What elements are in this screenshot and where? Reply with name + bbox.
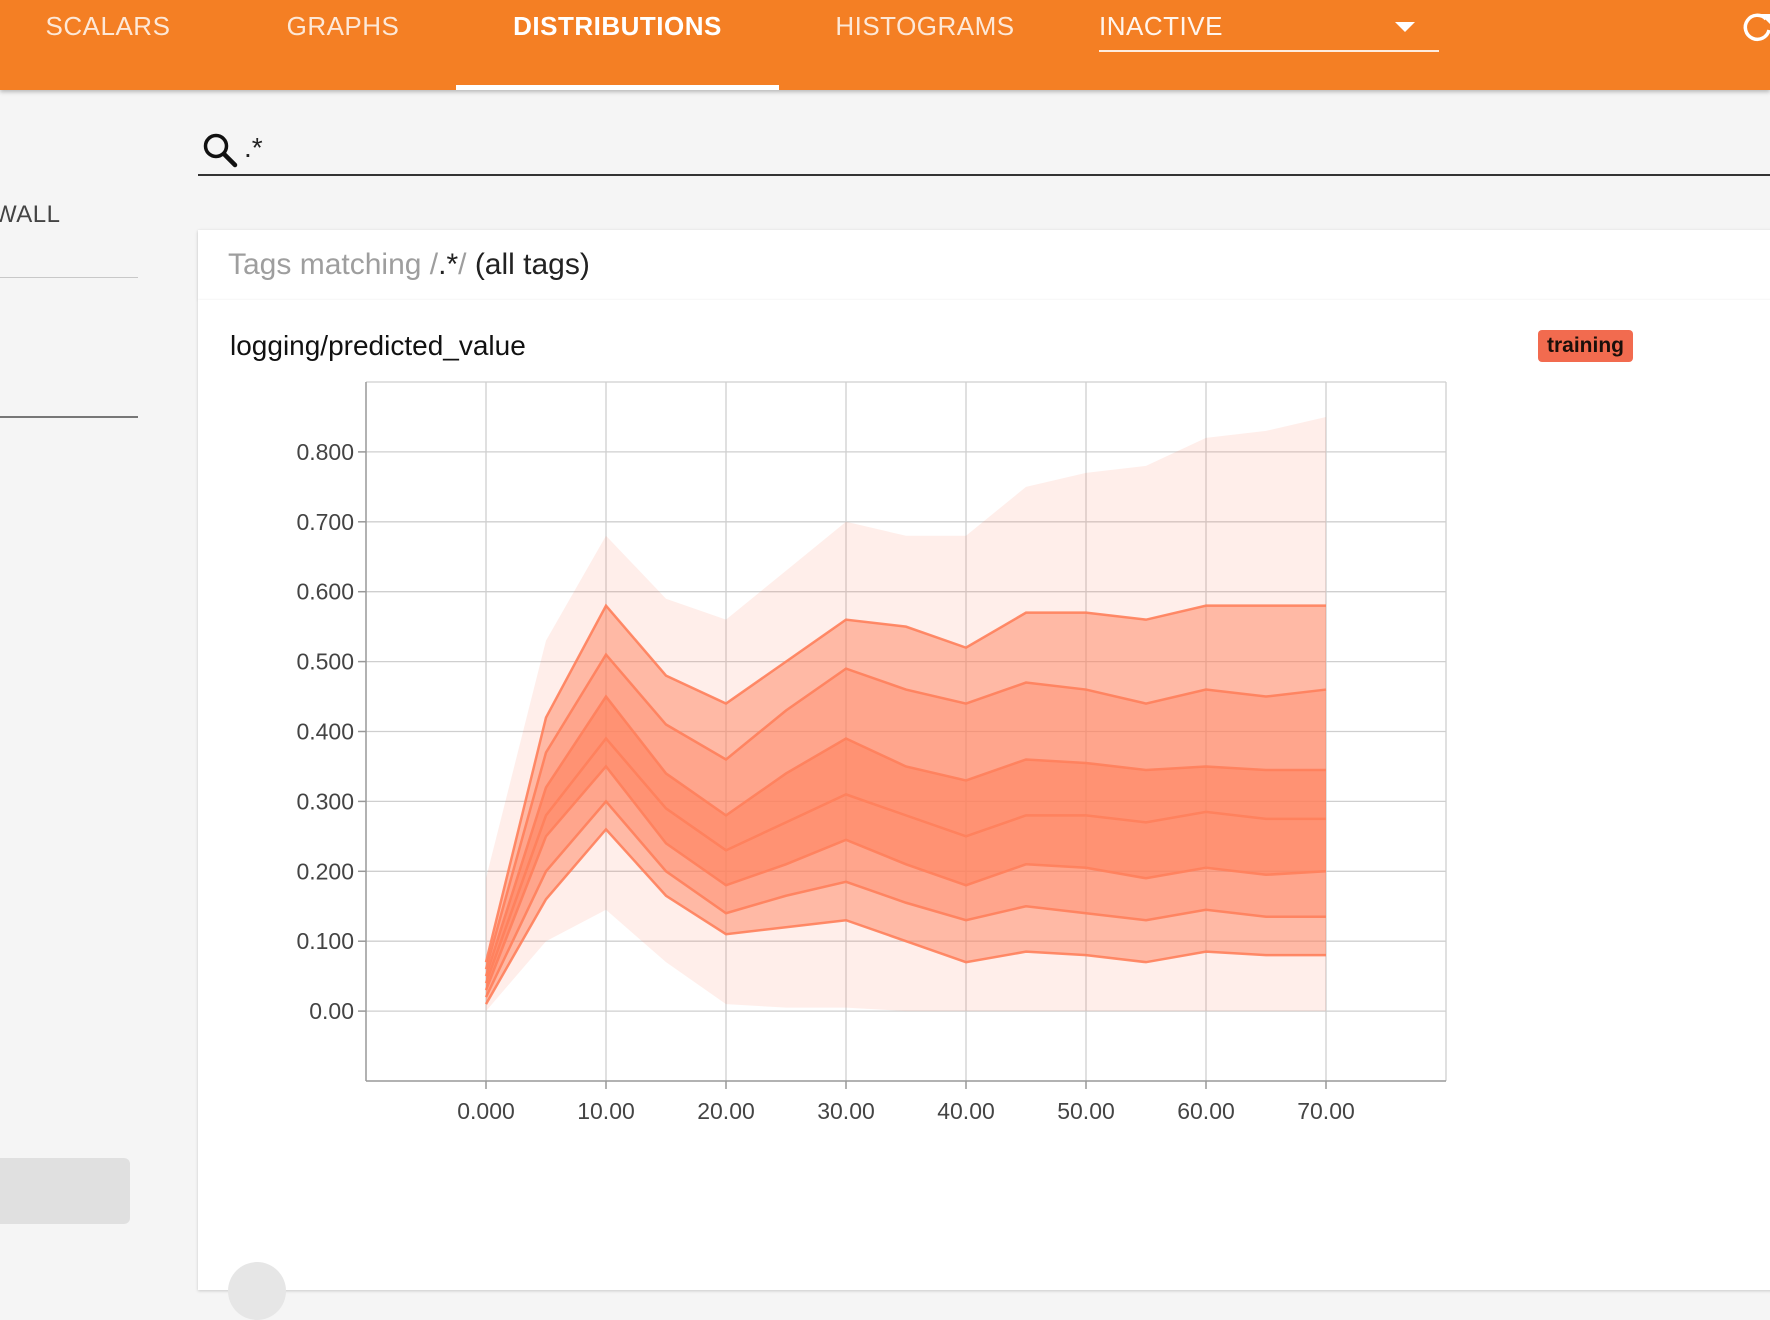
- tab-graphs[interactable]: GRAPHS: [252, 0, 434, 90]
- y-tick-label: 0.800: [296, 439, 354, 465]
- x-tick-label: 20.00: [697, 1098, 755, 1124]
- tab-histograms[interactable]: HISTOGRAMS: [815, 0, 1035, 90]
- y-tick-label: 0.700: [296, 509, 354, 535]
- reload-icon[interactable]: [1740, 10, 1770, 44]
- tag-group-title: Tags matching /.*/ (all tags): [228, 248, 590, 282]
- sidebar-input-underline[interactable]: [0, 416, 138, 418]
- x-tick-label: 30.00: [817, 1098, 875, 1124]
- x-tick-label: 70.00: [1297, 1098, 1355, 1124]
- tag-group-suffix: (all tags): [466, 248, 590, 281]
- y-tick-label: 0.00: [309, 998, 354, 1024]
- sidebar-divider: [0, 277, 138, 278]
- tag-pattern-open: /: [429, 248, 439, 281]
- inactive-dropdown-label: INACTIVE: [1099, 11, 1223, 41]
- x-tick-label: 0.000: [457, 1098, 515, 1124]
- top-nav-bar: SCALARS GRAPHS DISTRIBUTIONS HISTOGRAMS …: [0, 0, 1770, 90]
- tab-scalars[interactable]: SCALARS: [22, 0, 194, 90]
- x-tick-label: 40.00: [937, 1098, 995, 1124]
- search-icon: [203, 133, 238, 168]
- y-tick-label: 0.200: [296, 858, 354, 884]
- y-tick-label: 0.400: [296, 719, 354, 745]
- distribution-chart[interactable]: 0.000 10.00 20.00 30.00 40.00 50.00 60.00 70.00…: [198, 300, 1770, 1290]
- tag-pattern: .*: [438, 248, 459, 281]
- tag-filter-row: [198, 122, 1770, 176]
- sidebar-wall-option-label[interactable]: WALL: [0, 201, 60, 229]
- x-tick-label: 10.00: [577, 1098, 635, 1124]
- distribution-card: logging/predicted_value training 0.000 10…: [198, 300, 1770, 1320]
- tag-group-prefix: Tags matching: [228, 248, 430, 281]
- tag-group-header[interactable]: Tags matching /.*/ (all tags): [198, 230, 1770, 300]
- y-tick-label: 0.500: [296, 649, 354, 675]
- chevron-down-icon: [1395, 22, 1415, 32]
- x-tick-label: 60.00: [1177, 1098, 1235, 1124]
- y-tick-label: 0.600: [296, 579, 354, 605]
- inactive-dashboards-dropdown[interactable]: INACTIVE: [1099, 0, 1439, 52]
- x-tick-label: 50.00: [1057, 1098, 1115, 1124]
- y-tick-label: 0.300: [296, 788, 354, 814]
- y-tick-label: 0.100: [296, 928, 354, 954]
- tag-filter-input[interactable]: [244, 130, 1744, 166]
- sidebar-button[interactable]: [0, 1158, 130, 1224]
- tab-distributions[interactable]: DISTRIBUTIONS: [456, 0, 779, 90]
- active-tab-indicator: [456, 85, 779, 90]
- expand-button[interactable]: [228, 1262, 286, 1320]
